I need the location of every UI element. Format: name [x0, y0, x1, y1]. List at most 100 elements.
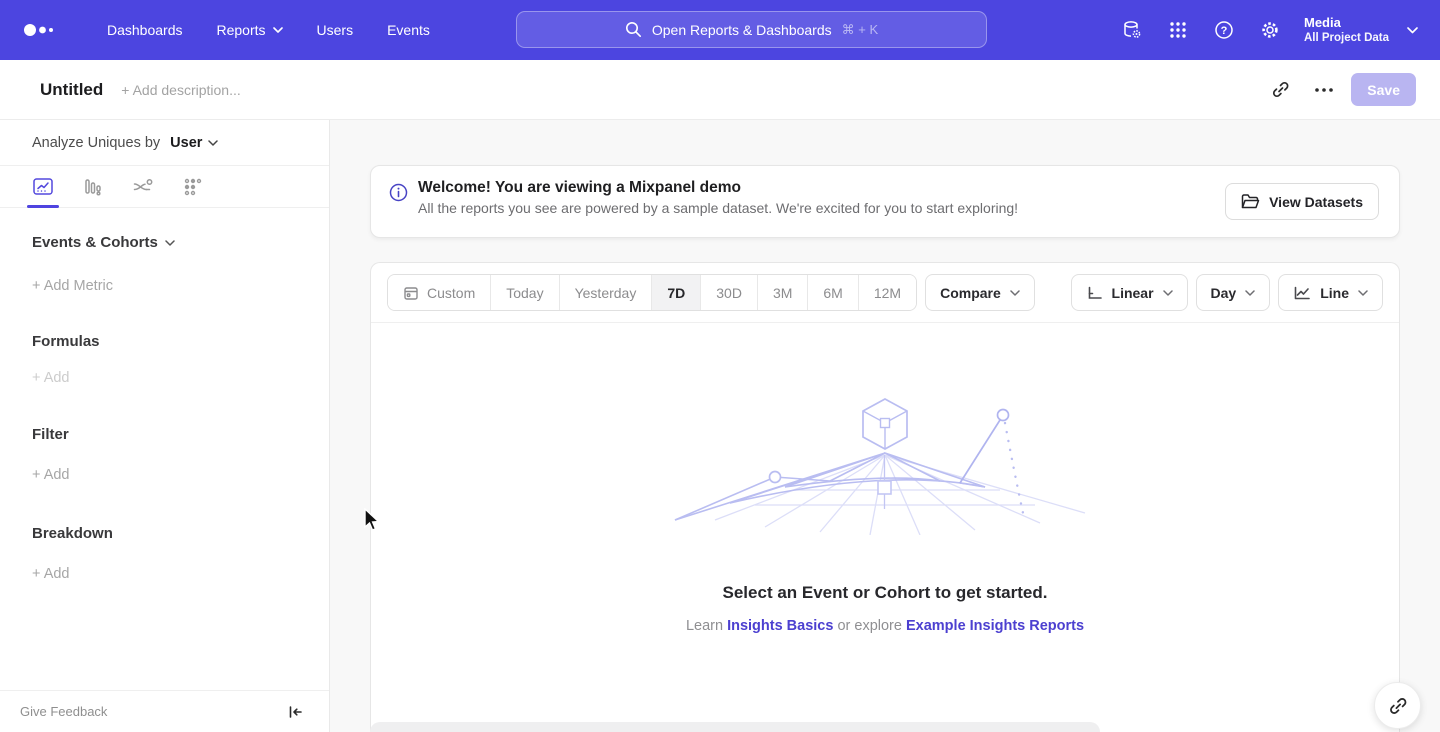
mixpanel-logo[interactable] — [22, 20, 58, 40]
project-chevron-button[interactable] — [1407, 27, 1418, 34]
flows-tab-icon — [132, 177, 154, 197]
filter-section: Filter + Add — [0, 426, 329, 483]
chart-controls-row: Custom Today Yesterday 7D 30D 3M 6M 12M … — [371, 263, 1399, 323]
demo-welcome-banner: Welcome! You are viewing a Mixpanel demo… — [370, 165, 1400, 238]
chart-display-controls: Linear Day — [1071, 274, 1383, 311]
date-range-today[interactable]: Today — [491, 275, 559, 310]
events-cohorts-heading[interactable]: Events & Cohorts — [32, 234, 329, 251]
collapse-left-icon — [288, 705, 303, 719]
add-filter-button[interactable]: + Add — [32, 467, 329, 483]
dots-grid-tab-icon — [183, 177, 203, 197]
link-icon — [1271, 80, 1290, 99]
link-icon — [1388, 696, 1408, 716]
analyze-label: Analyze Uniques by — [32, 135, 160, 151]
line-chart-tab-icon — [32, 177, 54, 197]
add-breakdown-button[interactable]: + Add — [32, 566, 329, 582]
nav-dashboards[interactable]: Dashboards — [94, 14, 196, 46]
chevron-down-icon — [1010, 290, 1020, 296]
more-options-button[interactable] — [1307, 73, 1341, 107]
nav-users[interactable]: Users — [304, 14, 367, 46]
add-metric-button[interactable]: + Add Metric — [32, 278, 329, 294]
topnav-actions: ? Media All Project Data — [1114, 0, 1418, 60]
bar-chart-tab-icon — [83, 177, 103, 197]
insights-chart-card: Custom Today Yesterday 7D 30D 3M 6M 12M … — [370, 262, 1400, 732]
tab-flows[interactable] — [130, 167, 156, 207]
nav-events[interactable]: Events — [374, 14, 443, 46]
gear-icon — [1259, 19, 1281, 41]
global-search-input[interactable]: Open Reports & Dashboards ⌘ + K — [516, 11, 987, 48]
report-title[interactable]: Untitled — [40, 80, 103, 100]
tab-retention-grid[interactable] — [180, 167, 206, 207]
search-shortcut-hint: ⌘ + K — [842, 22, 879, 38]
report-actions: Save — [1263, 73, 1416, 107]
sidebar-footer: Give Feedback — [0, 690, 329, 732]
ellipsis-icon — [1315, 88, 1333, 92]
formulas-section: Formulas + Add — [0, 333, 329, 386]
analyze-uniques-row: Analyze Uniques by User — [0, 120, 329, 166]
events-cohorts-section: Events & Cohorts + Add Metric — [0, 234, 329, 294]
line-chart-icon — [1293, 285, 1311, 301]
info-icon — [389, 183, 408, 207]
date-range-12m[interactable]: 12M — [859, 275, 916, 310]
search-icon — [625, 21, 642, 38]
grid-dots-icon — [1168, 20, 1188, 40]
collapse-sidebar-button[interactable] — [288, 705, 303, 719]
date-range-yesterday[interactable]: Yesterday — [560, 275, 653, 310]
analyze-by-dropdown[interactable]: User — [170, 135, 218, 151]
date-range-6m[interactable]: 6M — [808, 275, 858, 310]
next-section-peek — [370, 722, 1100, 732]
chevron-down-icon — [1407, 27, 1418, 34]
example-insights-reports-link[interactable]: Example Insights Reports — [906, 618, 1084, 634]
mixpanel-logo-icon — [22, 20, 58, 40]
copy-link-button[interactable] — [1263, 73, 1297, 107]
settings-button[interactable] — [1252, 12, 1288, 48]
empty-state-links: Learn Insights Basics or explore Example… — [686, 618, 1084, 634]
project-name: Media — [1304, 15, 1389, 31]
empty-state-title: Select an Event or Cohort to get started… — [723, 583, 1048, 603]
save-button[interactable]: Save — [1351, 73, 1416, 106]
folder-icon — [1241, 194, 1260, 210]
help-icon: ? — [1213, 19, 1235, 41]
chart-type-dropdown[interactable]: Line — [1278, 274, 1383, 311]
apps-grid-button[interactable] — [1160, 12, 1196, 48]
scale-dropdown[interactable]: Linear — [1071, 274, 1188, 311]
banner-title: Welcome! You are viewing a Mixpanel demo — [418, 179, 1018, 197]
visualization-tabs — [0, 166, 329, 208]
top-navigation: Dashboards Reports Users Events Open Rep… — [0, 0, 1440, 60]
chevron-down-icon — [1358, 290, 1368, 296]
date-range-custom[interactable]: Custom — [388, 275, 491, 310]
chevron-down-icon — [1245, 290, 1255, 296]
empty-state: Select an Event or Cohort to get started… — [371, 323, 1399, 634]
compare-dropdown[interactable]: Compare — [925, 274, 1035, 311]
add-description-field[interactable]: + Add description... — [121, 82, 240, 98]
view-datasets-button[interactable]: View Datasets — [1225, 183, 1379, 220]
report-main-area: Welcome! You are viewing a Mixpanel demo… — [330, 120, 1440, 732]
tab-insights-line[interactable] — [30, 167, 56, 207]
formulas-heading: Formulas — [32, 333, 329, 350]
date-range-segmented-control: Custom Today Yesterday 7D 30D 3M 6M 12M — [387, 274, 917, 311]
chevron-down-icon — [1163, 290, 1173, 296]
project-switcher[interactable]: Media All Project Data — [1304, 15, 1389, 46]
give-feedback-link[interactable]: Give Feedback — [20, 704, 107, 719]
tab-bar-chart[interactable] — [80, 167, 106, 207]
data-management-button[interactable] — [1114, 12, 1150, 48]
svg-text:?: ? — [1221, 25, 1228, 37]
primary-nav: Dashboards Reports Users Events — [94, 14, 443, 46]
share-link-floating-button[interactable] — [1374, 682, 1421, 729]
date-range-3m[interactable]: 3M — [758, 275, 808, 310]
date-range-7d[interactable]: 7D — [652, 275, 701, 310]
linear-axis-icon — [1086, 285, 1103, 301]
breakdown-heading: Breakdown — [32, 525, 329, 542]
banner-text: Welcome! You are viewing a Mixpanel demo… — [418, 166, 1018, 216]
calendar-icon — [403, 285, 419, 301]
query-builder-sidebar: Analyze Uniques by User — [0, 120, 330, 732]
insights-basics-link[interactable]: Insights Basics — [727, 618, 833, 634]
add-formula-button[interactable]: + Add — [32, 370, 329, 386]
database-gear-icon — [1121, 19, 1143, 41]
chevron-down-icon — [165, 240, 175, 246]
date-range-30d[interactable]: 30D — [701, 275, 758, 310]
nav-reports[interactable]: Reports — [204, 14, 296, 46]
chevron-down-icon — [208, 140, 218, 146]
help-button[interactable]: ? — [1206, 12, 1242, 48]
interval-dropdown[interactable]: Day — [1196, 274, 1271, 311]
